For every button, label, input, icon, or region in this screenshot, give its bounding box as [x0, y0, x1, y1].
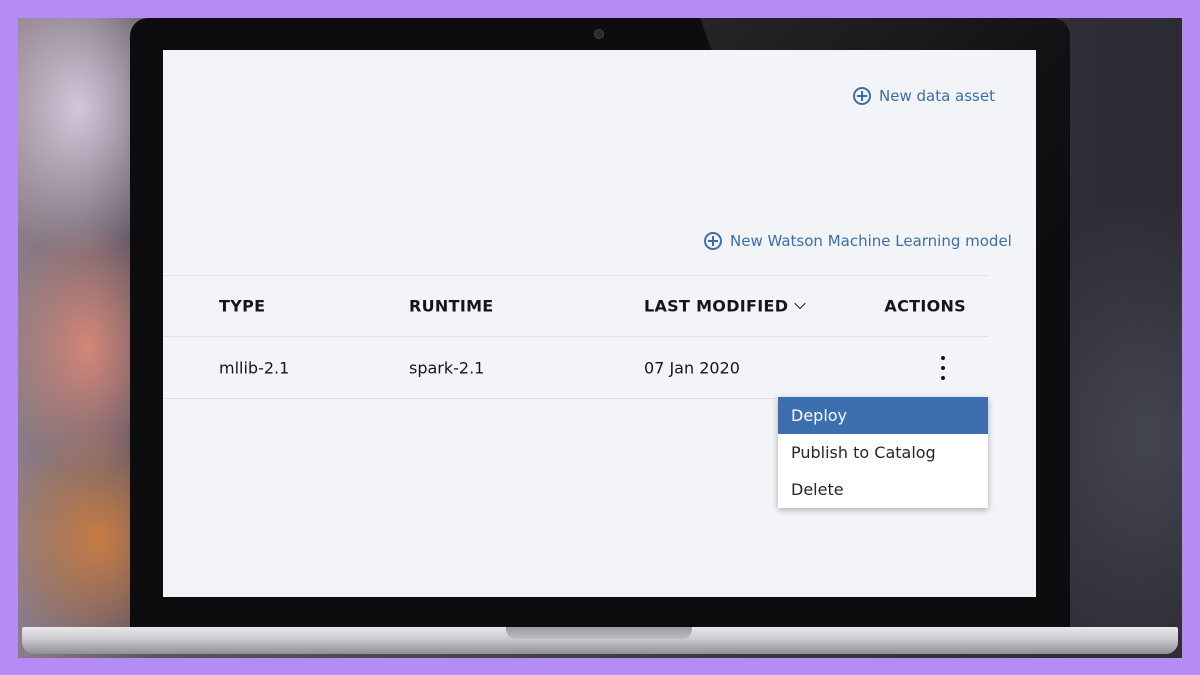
cell-type: mllib-2.1	[219, 358, 290, 377]
new-wml-model-button[interactable]: New Watson Machine Learning model	[704, 232, 1012, 250]
new-wml-model-label: New Watson Machine Learning model	[730, 232, 1012, 250]
laptop-hinge-notch	[506, 627, 692, 639]
column-header-actions: ACTIONS	[884, 296, 966, 316]
models-table: TYPE RUNTIME LAST MODIFIED ACTIONS mllib…	[163, 275, 988, 399]
column-header-runtime[interactable]: RUNTIME	[409, 297, 494, 316]
cell-runtime: spark-2.1	[409, 358, 485, 377]
overflow-menu: Deploy Publish to Catalog Delete	[778, 397, 988, 508]
new-data-asset-label: New data asset	[879, 87, 995, 105]
column-header-last-modified[interactable]: LAST MODIFIED	[644, 296, 807, 316]
menu-item-publish-to-catalog[interactable]: Publish to Catalog	[778, 434, 988, 471]
menu-item-delete[interactable]: Delete	[778, 471, 988, 508]
add-circle-icon	[853, 87, 871, 105]
overflow-menu-icon[interactable]	[934, 355, 952, 381]
webcam-icon	[594, 29, 604, 39]
new-data-asset-button[interactable]: New data asset	[853, 87, 995, 105]
table-row[interactable]: mllib-2.1 spark-2.1 07 Jan 2020	[163, 337, 988, 399]
app-screen: New data asset New Watson Machine Learni…	[163, 50, 1036, 597]
last-modified-label: LAST MODIFIED	[644, 296, 789, 316]
add-circle-icon	[704, 232, 722, 250]
table-header-row: TYPE RUNTIME LAST MODIFIED ACTIONS	[163, 275, 988, 337]
chevron-down-icon	[794, 297, 807, 310]
cell-last-modified: 07 Jan 2020	[644, 358, 740, 377]
menu-item-deploy[interactable]: Deploy	[778, 397, 988, 434]
column-header-type[interactable]: TYPE	[219, 297, 265, 316]
